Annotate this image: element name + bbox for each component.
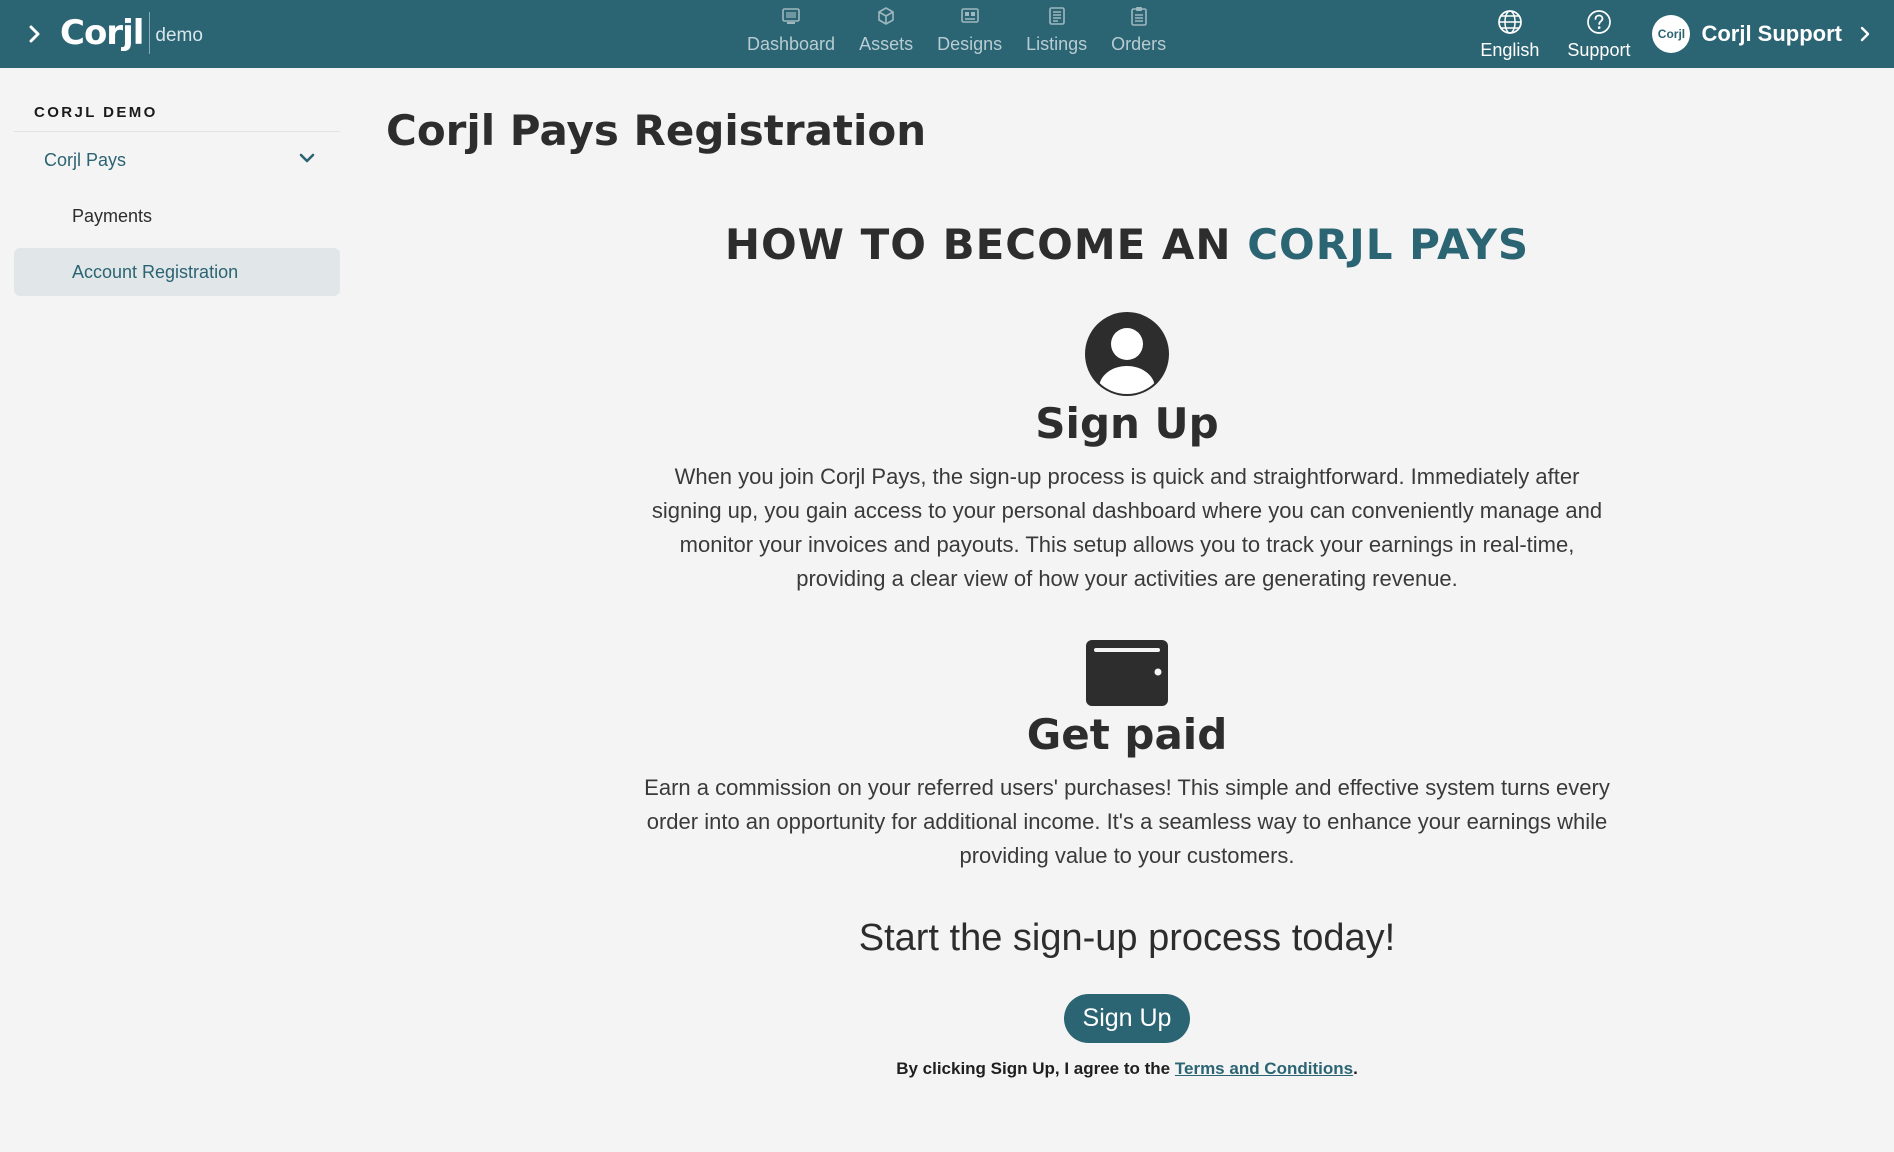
chevron-right-icon [1860, 26, 1870, 42]
nav-listings-label: Listings [1026, 34, 1088, 54]
account-menu[interactable]: Corjl Corjl Support [1652, 15, 1872, 53]
list-icon [1048, 7, 1065, 25]
sidebar-item-corjl-pays[interactable]: Corjl Pays [14, 132, 340, 188]
top-bar: Corjl demo Dashboard Assets Designs List… [0, 0, 1894, 68]
page-title: Corjl Pays Registration [386, 106, 927, 155]
sidebar-item-label: Payments [72, 205, 153, 226]
hero-prefix: HOW TO BECOME AN [724, 220, 1232, 269]
nav-orders[interactable]: Orders [1099, 4, 1178, 64]
step-description: Earn a commission on your referred users… [644, 775, 1610, 868]
nav-designs-label: Designs [937, 34, 1003, 54]
sign-up-button[interactable]: Sign Up [1063, 994, 1191, 1043]
sidebar-item-account-registration[interactable]: Account Registration [14, 248, 340, 296]
hero-heading: HOW TO BECOME AN CORJL PAYS [600, 220, 1654, 269]
terms-link[interactable]: Terms and Conditions [1175, 1059, 1353, 1078]
nav-assets[interactable]: Assets [847, 4, 925, 64]
step-get-paid: Get paid Earn a commission on your refer… [600, 638, 1654, 873]
account-name: Corjl Support [1701, 21, 1842, 46]
nav-dashboard-label: Dashboard [747, 34, 836, 54]
support-button[interactable]: Support [1567, 8, 1630, 61]
nav-designs[interactable]: Designs [925, 4, 1014, 64]
main-nav: Dashboard Assets Designs Listings Orders [735, 4, 1178, 64]
sidebar-title: CORJL DEMO [14, 96, 340, 132]
main-content: HOW TO BECOME AN CORJL PAYS Sign Up When… [600, 220, 1654, 1079]
logo-subtitle: demo [155, 25, 203, 46]
cta-text: Start the sign-up process today! [858, 917, 1396, 959]
clipboard-icon [1130, 7, 1147, 26]
sidebar-item-label: Account Registration [72, 261, 239, 282]
dashboard-icon [782, 8, 800, 24]
sidebar-item-label: Corjl Pays [44, 149, 127, 170]
step-sign-up: Sign Up When you join Corjl Pays, the si… [600, 311, 1654, 596]
nav-dashboard[interactable]: Dashboard [735, 4, 847, 64]
wallet-icon [1086, 640, 1168, 706]
nav-listings[interactable]: Listings [1014, 4, 1099, 64]
language-selector[interactable]: English [1480, 8, 1539, 61]
cube-icon [878, 7, 894, 25]
language-label: English [1480, 39, 1540, 60]
help-circle-icon [1587, 9, 1611, 34]
terms-notice: By clicking Sign Up, I agree to the Term… [600, 1059, 1654, 1079]
header-tools: English Support Corjl Corjl Support [1480, 4, 1872, 64]
hero-accent: CORJL PAYS [1247, 220, 1530, 269]
step-title: Get paid [1026, 710, 1228, 759]
sidebar-item-payments[interactable]: Payments [14, 188, 340, 244]
support-label: Support [1567, 39, 1631, 60]
user-circle-icon [1085, 312, 1169, 396]
globe-icon [1498, 9, 1522, 34]
step-description: When you join Corjl Pays, the sign-up pr… [651, 464, 1603, 591]
logo-wordmark: Corjl [60, 13, 144, 53]
nav-assets-label: Assets [859, 34, 914, 54]
avatar: Corjl [1652, 15, 1691, 53]
logo-divider [149, 12, 151, 54]
logo[interactable]: Corjl demo [60, 10, 203, 56]
terms-suffix: . [1353, 1059, 1358, 1078]
expand-sidebar-chevron-icon[interactable] [22, 20, 48, 48]
chevron-down-icon [299, 153, 315, 163]
sidebar: CORJL DEMO Corjl Pays Payments Account R… [14, 96, 340, 296]
designs-icon [960, 8, 979, 23]
nav-orders-label: Orders [1111, 34, 1167, 54]
terms-prefix: By clicking Sign Up, I agree to the [896, 1059, 1171, 1078]
step-title: Sign Up [1035, 399, 1219, 448]
